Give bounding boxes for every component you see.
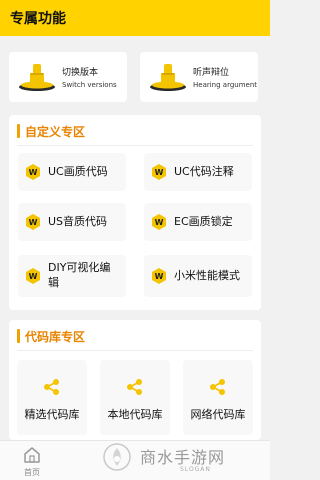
page-title: 专属功能 (10, 11, 66, 27)
svg-text:W: W (29, 218, 38, 227)
watermark-logo-icon (103, 443, 131, 471)
w-badge-icon: W (26, 268, 40, 284)
switch-version-label: 切换版本 (62, 68, 99, 78)
hearing-argument-sub: Hearing argument (193, 81, 258, 89)
tab-home[interactable]: 首页 (14, 445, 50, 479)
item-label: 本地代码库 (107, 408, 163, 421)
uc-code-comment-button[interactable]: W UC代码注释 (144, 153, 252, 191)
item-label: 小米性能模式 (174, 269, 240, 282)
item-label: DIY可视化编辑 (48, 261, 111, 289)
svg-text:W: W (29, 272, 38, 281)
featured-library-button[interactable]: 精选代码库 (17, 360, 87, 435)
svg-text:W: W (29, 168, 38, 177)
svg-text:W: W (155, 218, 164, 227)
watermark: 商水手游网 SLOGAN (100, 440, 265, 478)
custom-section-title: 自定义专区 (25, 125, 86, 139)
divider (17, 350, 253, 351)
item-label: UC画质代码 (48, 165, 108, 178)
custom-section: 自定义专区 W UC画质代码 W UC代码注释 W US音质代码 W EC画质锁… (9, 115, 261, 310)
w-badge-icon: W (152, 268, 166, 284)
section-accent-bar (17, 329, 20, 343)
hearing-argument-label: 听声辩位 (193, 68, 230, 78)
switch-version-sub: Switch versions (62, 81, 117, 89)
switch-version-card[interactable]: 切换版本 Switch versions (9, 52, 127, 102)
share-icon (127, 379, 142, 395)
item-label: 网络代码库 (190, 408, 246, 421)
svg-text:W: W (155, 168, 164, 177)
item-label: US音质代码 (48, 215, 108, 228)
w-badge-icon: W (152, 214, 166, 230)
w-badge-icon: W (26, 214, 40, 230)
w-badge-icon: W (152, 164, 166, 180)
share-icon (210, 379, 225, 395)
item-label: UC代码注释 (174, 165, 234, 178)
ec-quality-lock-button[interactable]: W EC画质锁定 (144, 203, 252, 241)
library-section: 代码库专区 精选代码库 本地代码库 网络代码库 (9, 320, 261, 440)
stamp-icon (19, 64, 55, 91)
library-section-title: 代码库专区 (25, 330, 86, 344)
diy-visual-edit-button[interactable]: W DIY可视化编辑 (18, 255, 126, 297)
section-accent-bar (17, 124, 20, 138)
w-badge-icon: W (26, 164, 40, 180)
item-label: 精选代码库 (24, 408, 80, 421)
home-icon (24, 447, 40, 463)
xiaomi-performance-button[interactable]: W 小米性能模式 (144, 255, 252, 297)
uc-quality-code-button[interactable]: W UC画质代码 (18, 153, 126, 191)
tab-home-label: 首页 (24, 468, 40, 477)
hearing-argument-card[interactable]: 听声辩位 Hearing argument (140, 52, 258, 102)
svg-text:W: W (155, 272, 164, 281)
app-header: 专属功能 (0, 0, 270, 36)
item-label: EC画质锁定 (174, 215, 233, 228)
local-library-button[interactable]: 本地代码库 (100, 360, 170, 435)
watermark-slogan: SLOGAN (180, 466, 211, 473)
share-icon (44, 379, 59, 395)
divider (17, 145, 253, 146)
network-library-button[interactable]: 网络代码库 (183, 360, 253, 435)
watermark-text: 商水手游网 (140, 448, 226, 467)
stamp-icon (150, 64, 186, 91)
us-audio-code-button[interactable]: W US音质代码 (18, 203, 126, 241)
